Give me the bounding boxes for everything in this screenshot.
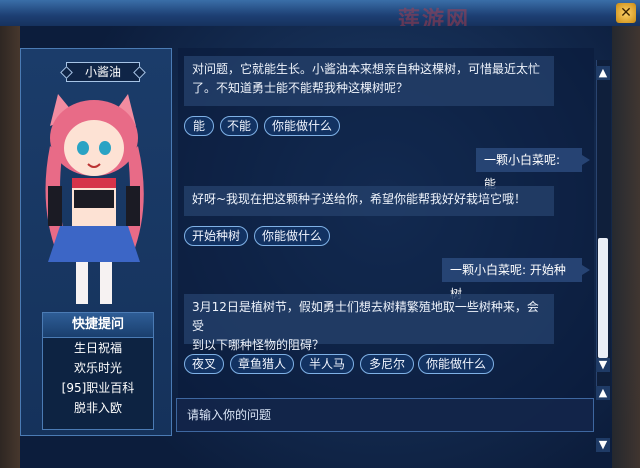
background-scene-right (612, 26, 640, 468)
chat-log: 对问题，它就能生长。小酱油本来想亲自种这棵树，可惜最近太忙 了。不知道勇士能不能… (178, 48, 594, 432)
quick-item-birthday[interactable]: 生日祝福 (43, 338, 153, 358)
npc-message-line: 到以下哪种怪物的阻碍？ (192, 338, 325, 352)
npc-portrait (45, 94, 144, 304)
quick-questions-title: 快捷提问 (43, 313, 153, 338)
user-message: 一颗小白菜呢: 能 (476, 148, 590, 191)
input-scroll-down-icon[interactable]: ▼ (596, 438, 610, 452)
title-bar (0, 0, 640, 27)
option-button[interactable]: 能 (184, 116, 214, 136)
option-button[interactable]: 不能 (220, 116, 258, 136)
input-scroll-up-icon[interactable]: ▲ (596, 386, 610, 400)
quick-questions-panel: 快捷提问 生日祝福 欢乐时光 [95]职业百科 脱非入欧 (42, 312, 154, 430)
option-button[interactable]: 你能做什么 (254, 226, 330, 246)
option-button[interactable]: 半人马 (300, 354, 354, 374)
quick-item-happy-time[interactable]: 欢乐时光 (43, 358, 153, 378)
option-button[interactable]: 你能做什么 (264, 116, 340, 136)
background-scene-left (0, 26, 20, 468)
option-button[interactable]: 章鱼猎人 (230, 354, 294, 374)
scroll-thumb[interactable] (598, 238, 608, 358)
user-message: 一颗小白菜呢: 开始种树 (442, 258, 590, 301)
npc-message-line: 3月12日是植树节，假如勇士们想去树精繁殖地取一些树种来，会受 (192, 300, 539, 333)
npc-message-line: 了。不知道勇士能不能帮我种这棵树呢？ (192, 81, 409, 95)
option-button[interactable]: 开始种树 (184, 226, 248, 246)
npc-message: 好呀~我现在把这颗种子送给你，希望你能帮我好好栽培它哦！ (184, 186, 554, 216)
option-button[interactable]: 你能做什么 (418, 354, 494, 374)
quick-item-job-wiki[interactable]: [95]职业百科 (43, 378, 153, 398)
close-button[interactable]: ✕ (616, 3, 636, 23)
quick-item-escape[interactable]: 脱非入欧 (43, 398, 153, 418)
scroll-up-icon[interactable]: ▲ (596, 66, 610, 80)
option-button[interactable]: 夜叉 (184, 354, 224, 374)
npc-message-line: 对问题，它就能生长。小酱油本来想亲自种这棵树，可惜最近太忙 (192, 62, 541, 76)
question-input[interactable]: 请输入你的问题 (176, 398, 594, 432)
npc-message: 3月12日是植树节，假如勇士们想去树精繁殖地取一些树种来，会受 到以下哪种怪物的… (184, 294, 554, 352)
scroll-down-icon[interactable]: ▼ (596, 358, 610, 372)
npc-message: 对问题，它就能生长。小酱油本来想亲自种这棵树，可惜最近太忙 了。不知道勇士能不能… (184, 56, 554, 106)
npc-name-tag: 小酱油 (66, 62, 140, 82)
option-button[interactable]: 多尼尔 (360, 354, 414, 374)
npc-message-line: 好呀~我现在把这颗种子送给你，希望你能帮我好好栽培它哦！ (192, 192, 527, 206)
